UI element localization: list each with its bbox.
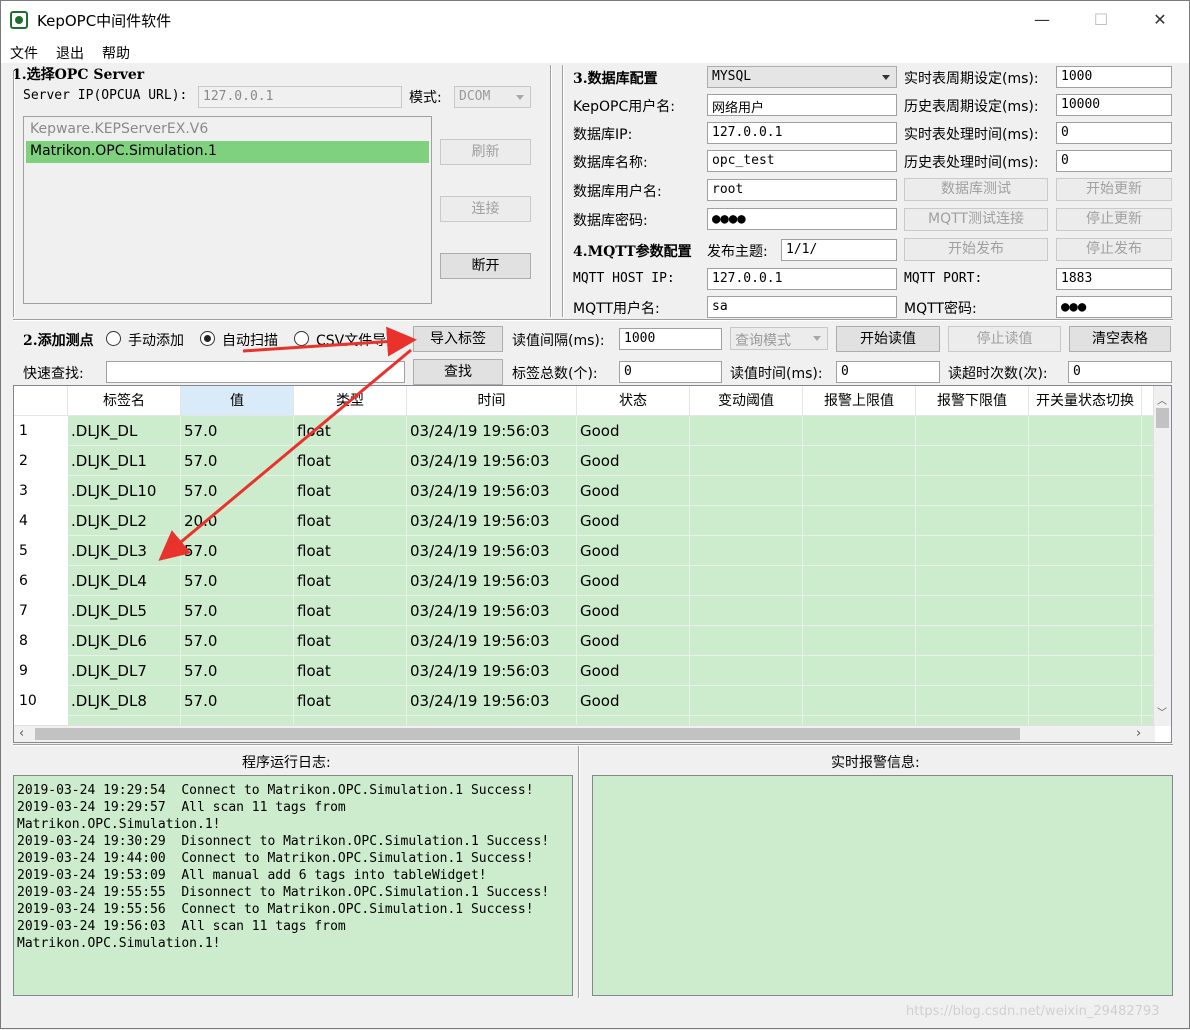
alarm-panel[interactable] (592, 775, 1173, 996)
log-line: 2019-03-24 19:53:09 All manual add 6 tag… (17, 868, 487, 883)
divider (578, 746, 580, 998)
arrow-to-table (158, 348, 412, 561)
arrow-to-import-button (242, 326, 417, 357)
log-line: 2019-03-24 19:29:54 Connect to Matrikon.… (17, 783, 534, 798)
log-line: 2019-03-24 19:30:29 Disonnect to Matriko… (17, 834, 550, 849)
log-panel[interactable]: 2019-03-24 19:29:54 Connect to Matrikon.… (13, 775, 573, 996)
log-lines: 2019-03-24 19:29:54 Connect to Matrikon.… (17, 782, 569, 952)
log-line: Matrikon.OPC.Simulation.1! (17, 936, 221, 951)
log-line: 2019-03-24 19:56:03 All scan 11 tags fro… (17, 919, 346, 934)
log-title: 程序运行日志: (242, 755, 331, 771)
log-line: 2019-03-24 19:55:56 Connect to Matrikon.… (17, 902, 534, 917)
log-line: 2019-03-24 19:55:55 Disonnect to Matriko… (17, 885, 550, 900)
alarm-title: 实时报警信息: (831, 755, 920, 771)
log-line: 2019-03-24 19:29:57 All scan 11 tags fro… (17, 800, 346, 815)
log-line: Matrikon.OPC.Simulation.1! (17, 817, 221, 832)
watermark: https://blog.csdn.net/weixin_29482793 (906, 1004, 1160, 1019)
main-window: KepOPC中间件软件 — ☐ ✕ 文件 退出 帮助 1.选择OPC Serve… (0, 0, 1190, 1029)
divider (13, 744, 1173, 746)
log-line: 2019-03-24 19:44:00 Connect to Matrikon.… (17, 851, 534, 866)
